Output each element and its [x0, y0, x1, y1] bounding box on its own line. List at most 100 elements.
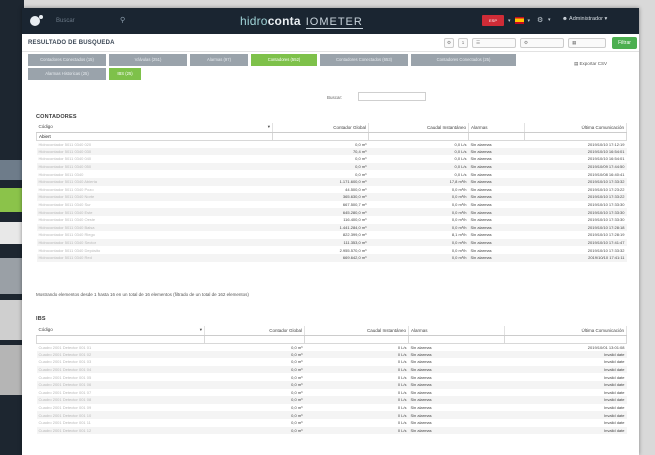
gear-icon[interactable]: ⚙ — [537, 16, 543, 24]
search-icon[interactable]: ⚲ — [120, 15, 125, 26]
table-row[interactable]: Hidrocontador 5011 0340 Red 669.642,0 m³ 0… — [36, 253, 627, 262]
column-header[interactable]: Contador Global — [272, 123, 369, 133]
table-row[interactable]: Hidrocontador 5011 0340 Pozo 44.500,0 m³ 0… — [37, 186, 627, 194]
cell-global: 70,4 m³ — [272, 147, 369, 156]
filter-input[interactable] — [468, 131, 525, 141]
cell-global: 0,0 m³ — [204, 411, 305, 419]
filter-input[interactable] — [408, 334, 505, 344]
table-row[interactable]: Hidrocontador 5011 0340 Abierta 1.171.600… — [36, 177, 627, 186]
export-link[interactable]: ▤ Exportar CSV — [574, 61, 607, 67]
table-row[interactable]: Hidrocontador 5011 0340 0,0 m³ 0,0 L/s Sin … — [37, 170, 627, 178]
tab-item[interactable]: Válvulas (251) — [109, 54, 187, 66]
page-selector[interactable]: 1 — [458, 38, 468, 48]
table-row[interactable]: Cuadro 2001 Detector 001 03 0,0 m³ 0 L/s Si… — [37, 358, 627, 366]
option-button[interactable]: ▦ — [568, 38, 606, 48]
table-row[interactable]: Hidrocontador 5011 0340 Oeste 116.400,0 m… — [37, 216, 627, 224]
table-row[interactable]: Cuadro 2001 Detector 001 01 0,0 m³ 0 L/s Si… — [37, 343, 627, 351]
table-row[interactable]: Hidrocontador 5011 0340 020 0,0 m³ 0,0 L/s… — [37, 140, 627, 148]
cell-date: 2019/10/10 17:33:30 — [587, 202, 625, 208]
table-row[interactable]: Hidrocontador 5011 0340 Este 645.280,0 m³… — [36, 208, 627, 216]
filter-code-input[interactable]: Abiert — [36, 131, 273, 141]
cell-alarm: Sin alarmas — [408, 350, 505, 359]
cell-global: 0,0 m³ — [204, 426, 305, 435]
cell-alarm: Sin alarmas — [408, 426, 505, 435]
table-row[interactable]: Hidrocontador 5011 0340 040 0,0 m³ 0,0 L/s… — [37, 155, 627, 163]
table-row[interactable]: Cuadro 2001 Detector 001 10 0,0 m³ 0 L/s Si… — [36, 411, 627, 419]
filter-input[interactable] — [504, 334, 627, 344]
column-header[interactable]: Caudal Instantáneo — [368, 123, 469, 133]
table-row[interactable]: Cuadro 2001 Detector 001 12 0,0 m³ 0 L/s Si… — [36, 426, 627, 435]
tab-item[interactable]: Alarmas Historicas (25) — [28, 68, 106, 80]
language-selector[interactable]: ESP ▾ ▾ — [482, 15, 530, 26]
table-row[interactable]: Hidrocontador 5011 0340 Riego 822.399,0 m… — [37, 231, 627, 239]
table-row[interactable]: Hidrocontador 5011 0340 050 0,0 m³ 0,0 L/s… — [36, 162, 627, 171]
cell-date: Invalid date — [604, 389, 625, 395]
apply-button[interactable]: Filtrar — [612, 37, 637, 49]
option-button[interactable]: ☰ — [472, 38, 516, 48]
cell-alarm: Sin alarmas — [468, 253, 525, 262]
column-header[interactable]: Caudal Instantáneo — [304, 326, 409, 336]
table-row[interactable]: Hidrocontador 5011 0340 Depósito 2.955.57… — [37, 246, 627, 254]
flag-badge[interactable]: ESP — [482, 15, 504, 26]
cell-code: Cuadro 2001 Detector 001 08 — [36, 396, 205, 404]
table-row[interactable]: Hidrocontador 5011 0340 Norte 365.630,0 m… — [36, 193, 627, 201]
column-header[interactable]: Código ▾ — [36, 326, 205, 336]
cell-code: Hidrocontador 5011 0340 Norte — [36, 193, 273, 201]
cell-caudal: 0,0 L/s — [454, 171, 467, 177]
tab-item[interactable]: Alarmas (97) — [190, 54, 248, 66]
column-header[interactable]: Última Comunicación — [504, 326, 627, 336]
filter-input[interactable] — [368, 131, 469, 141]
search-placeholder: Buscar — [56, 18, 75, 24]
column-header[interactable]: Alarmas — [468, 123, 525, 133]
table-row[interactable]: Cuadro 2001 Detector 001 02 0,0 m³ 0 L/s Si… — [36, 350, 627, 359]
spain-flag-icon[interactable] — [514, 17, 524, 24]
table-row[interactable]: Cuadro 2001 Detector 001 09 0,0 m³ 0 L/s Si… — [37, 404, 627, 412]
table-search-input[interactable] — [358, 92, 426, 101]
table-row[interactable]: Cuadro 2001 Detector 001 05 0,0 m³ 0 L/s Si… — [37, 373, 627, 381]
cell-caudal: 0 L/s — [304, 411, 409, 419]
cell-caudal: 17,8 m³/h — [368, 177, 469, 186]
list-icon: ☰ — [476, 40, 481, 45]
cell-global: 0,0 m³ — [204, 350, 305, 359]
column-header[interactable]: Alarmas — [408, 326, 505, 336]
column-header[interactable]: Última Comunicación — [524, 123, 627, 133]
tab-item[interactable]: Contadores Conectados (653) — [320, 54, 408, 66]
cell-alarm: Sin alarmas — [470, 171, 492, 177]
tab-item[interactable]: Contadores Conectados (15) — [28, 54, 106, 66]
table-row[interactable]: Cuadro 2001 Detector 001 06 0,0 m³ 0 L/s Si… — [36, 380, 627, 389]
user-menu[interactable]: ☻ Administrador ▾ — [562, 16, 607, 22]
cell-alarm: Sin alarmas — [408, 411, 505, 419]
tab-item[interactable]: Contadores Conectados (25) — [411, 54, 516, 66]
cell-caudal: 0 L/s — [397, 420, 407, 426]
cell-caudal: 0,0 m³/h — [451, 202, 467, 208]
column-header[interactable]: Contador Global — [204, 326, 305, 336]
filter-input[interactable] — [204, 334, 305, 344]
cell-global: 0,0 m³ — [291, 389, 303, 395]
filter-input[interactable] — [304, 334, 409, 344]
table-row[interactable]: Cuadro 2001 Detector 001 11 0,0 m³ 0 L/s Si… — [37, 419, 627, 427]
table-row[interactable]: Cuadro 2001 Detector 001 07 0,0 m³ 0 L/s Si… — [37, 389, 627, 397]
table-row[interactable]: Cuadro 2001 Detector 001 08 0,0 m³ 0 L/s Si… — [36, 396, 627, 404]
table-row[interactable]: Hidrocontador 5011 0340 Sur 667.500,7 m³ 0… — [37, 201, 627, 209]
column-header[interactable]: Código ▾ — [36, 123, 273, 133]
table-row[interactable]: Hidrocontador 5011 0340 Sector 111.353,0 … — [36, 238, 627, 247]
ibs-table: Código ▾ Contador Global Caudal Instantán… — [36, 326, 627, 435]
table-row[interactable]: Hidrocontador 5011 0340 030 70,4 m³ 0,0 L/… — [36, 147, 627, 156]
settings-icon[interactable]: ⚙ — [444, 38, 454, 48]
filter-input[interactable] — [272, 131, 369, 141]
cell-date: 2019/10/10 17:23:22 — [587, 186, 625, 192]
table-row[interactable]: Cuadro 2001 Detector 001 04 0,0 m³ 0 L/s Si… — [36, 365, 627, 374]
cell-caudal: 0,0 m³/h — [368, 193, 469, 201]
filter-input[interactable] — [524, 131, 627, 141]
cell-code: Hidrocontador 5011 0340 Abierta — [36, 177, 273, 186]
cell-alarm: Sin alarmas — [470, 232, 492, 238]
global-search[interactable]: Buscar ⚲ — [50, 16, 140, 27]
tab-item-active[interactable]: Contadores (552) — [251, 54, 317, 66]
table-row[interactable]: Hidrocontador 5011 0340 Balsa 1.441.284,0… — [36, 223, 627, 232]
cell-code: Hidrocontador 5011 0340 Sur — [38, 202, 91, 208]
cell-code: Hidrocontador 5011 0340 030 — [36, 147, 273, 156]
option-button[interactable]: ⚙ — [520, 38, 564, 48]
app-logo-icon[interactable] — [30, 15, 44, 27]
filter-input[interactable] — [36, 334, 205, 344]
tab-item-active[interactable]: IBS (25) — [109, 68, 141, 80]
